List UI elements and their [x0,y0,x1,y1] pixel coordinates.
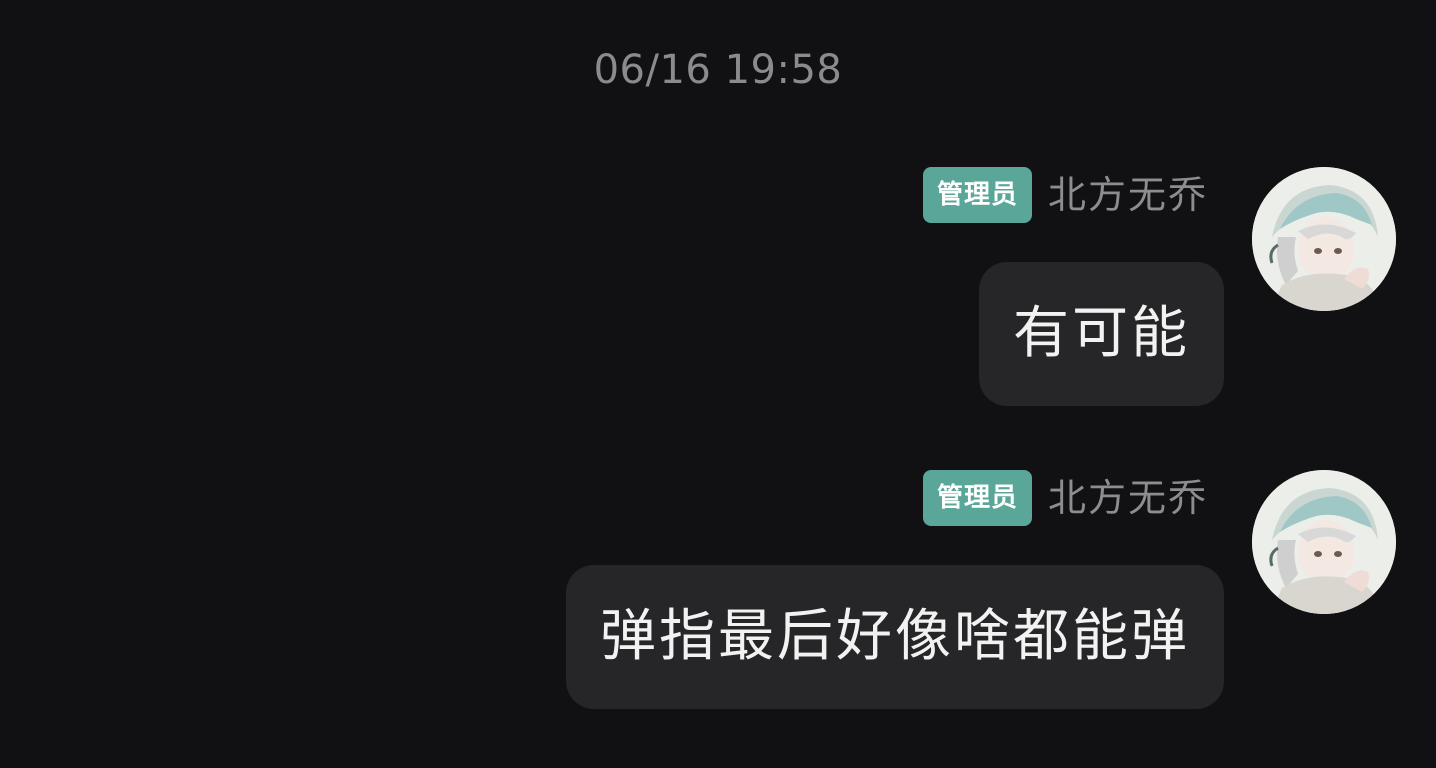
timestamp: 06/16 19:58 [593,47,843,93]
sender-name[interactable]: 北方无乔 [1048,167,1208,223]
message-bubble[interactable]: 有可能 [979,262,1224,406]
chat-screen: 06/16 19:58 管理员 北方无乔 有可能 管理员 北方无乔 弹指最后好像… [0,0,1436,768]
sender-name[interactable]: 北方无乔 [1048,470,1208,526]
message-bubble[interactable]: 弹指最后好像啥都能弹 [566,565,1224,709]
avatar-image [1252,167,1396,311]
admin-badge: 管理员 [922,470,1032,526]
message-meta: 管理员 北方无乔 [922,167,1208,223]
avatar-image [1252,470,1396,614]
message-meta: 管理员 北方无乔 [922,470,1208,526]
avatar[interactable] [1252,470,1396,614]
avatar[interactable] [1252,167,1396,311]
admin-badge: 管理员 [922,167,1032,223]
